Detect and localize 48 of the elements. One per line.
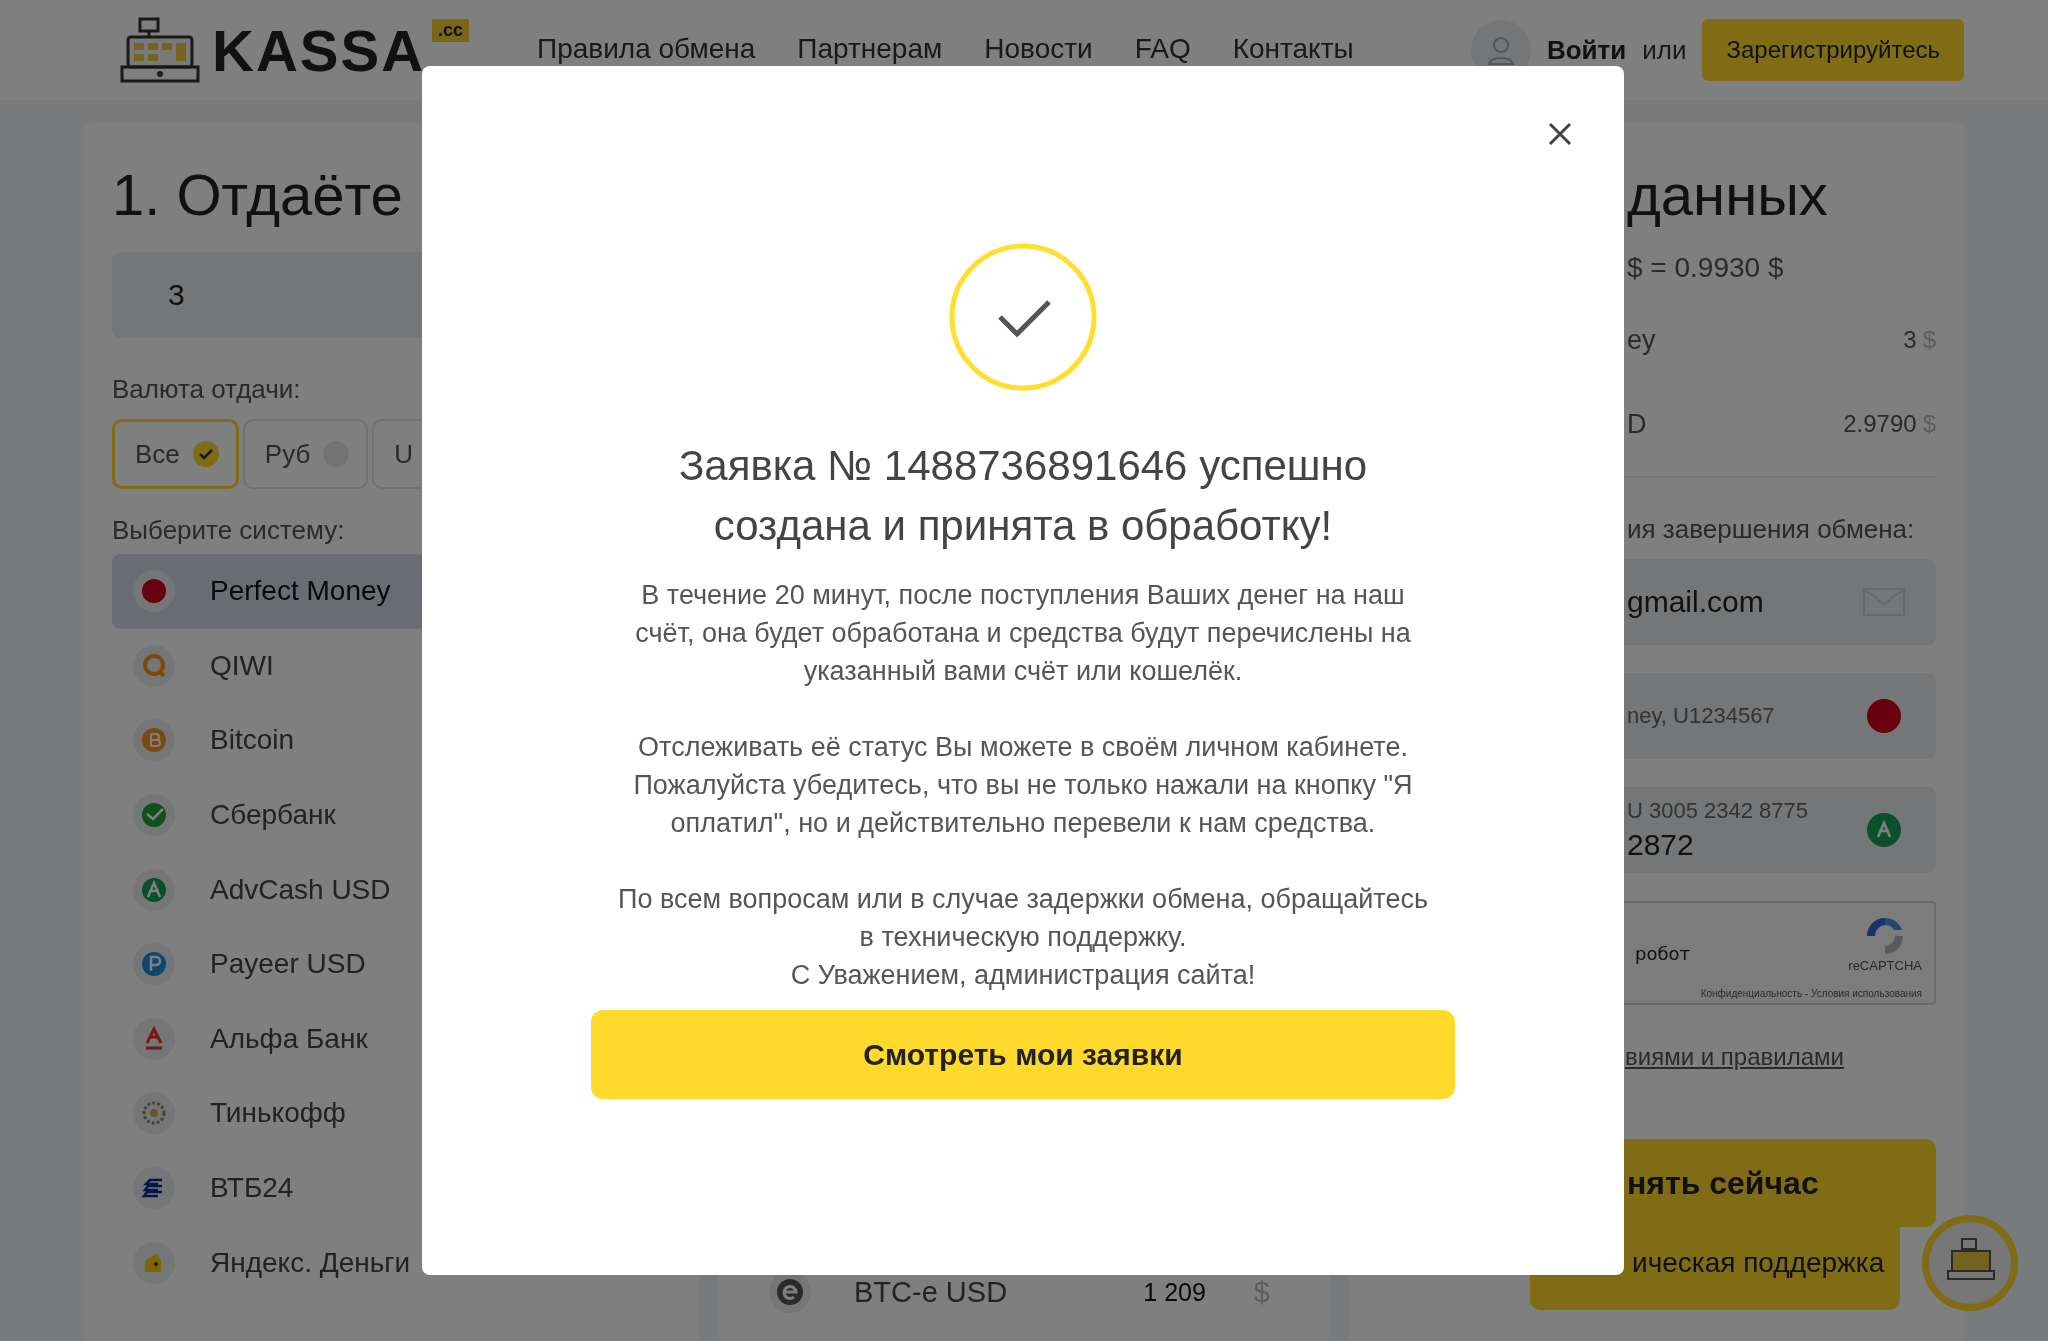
logo-text: KASSA [212, 16, 426, 84]
panel-title: 1. Отдаёте [112, 161, 404, 228]
captcha-brand: reCAPTCHA [1848, 957, 1922, 973]
payment-logo-icon [132, 1240, 176, 1285]
nav-link[interactable]: Партнерам [797, 33, 943, 65]
currency-label: Валюта отдачи: [112, 374, 302, 405]
nav-link[interactable]: Правила обмена [537, 33, 756, 65]
dialog-title: Заявка № 1488736891646 успешно создана и принята в обработку! [677, 441, 1368, 551]
nav-link[interactable]: Новости [984, 33, 1093, 65]
payment-logo-icon [132, 793, 176, 838]
nav-link[interactable]: Контакты [1232, 33, 1354, 65]
payment-logo-icon [132, 1016, 176, 1061]
cash-register-icon [118, 15, 202, 85]
payment-system-item[interactable]: ВТБ24 [112, 1150, 671, 1226]
payment-logo-icon [132, 1091, 176, 1136]
currency-sign: $ [1922, 326, 1936, 353]
summary-value: 2.9790 [1843, 410, 1917, 437]
register-button[interactable]: Зарегистрируйтесь [1702, 19, 1964, 81]
reserve-amount: 1 209 [1143, 1277, 1206, 1307]
panel-title: данных [1626, 161, 1829, 228]
login-link[interactable]: Войти [1546, 34, 1627, 66]
summary-label: D [1627, 408, 1647, 440]
summary-label: ey [1627, 324, 1656, 356]
payment-logo-icon [132, 867, 176, 912]
payment-logo-icon [132, 718, 176, 763]
currency-sign: $ [1922, 410, 1936, 437]
captcha-links[interactable]: Конфиденциальность - Условия использования [1700, 988, 1922, 999]
payment-logo-icon [132, 942, 176, 987]
success-check-icon [948, 242, 1098, 392]
payment-system-item[interactable]: Яндекс. Деньги [112, 1225, 671, 1300]
domain-badge: .cc [432, 19, 470, 42]
payment-logo-icon [132, 569, 176, 614]
currency-filter[interactable]: Все [112, 419, 239, 489]
summary-value: 3 [1903, 326, 1917, 353]
payment-logo-icon [132, 1166, 176, 1211]
close-icon [1548, 122, 1572, 146]
my-requests-button[interactable]: Смотреть мои заявки [591, 1010, 1455, 1099]
check-circle-icon [191, 440, 220, 468]
contacts-label: ия завершения обмена: [1626, 514, 1916, 545]
dialog-text: С Уважением, администрация сайта! [789, 959, 1257, 992]
or-text: или [1642, 34, 1687, 66]
nav-link[interactable]: FAQ [1134, 33, 1191, 65]
currency-sign: $ [1253, 1275, 1270, 1309]
system-label: Выберите систему: [112, 515, 346, 546]
currency-filter[interactable]: Руб [242, 419, 369, 489]
exchange-rate: $ = 0.9930 $ [1626, 252, 1785, 284]
captcha-label: робот [1635, 942, 1691, 964]
payment-logo-icon [132, 643, 176, 688]
